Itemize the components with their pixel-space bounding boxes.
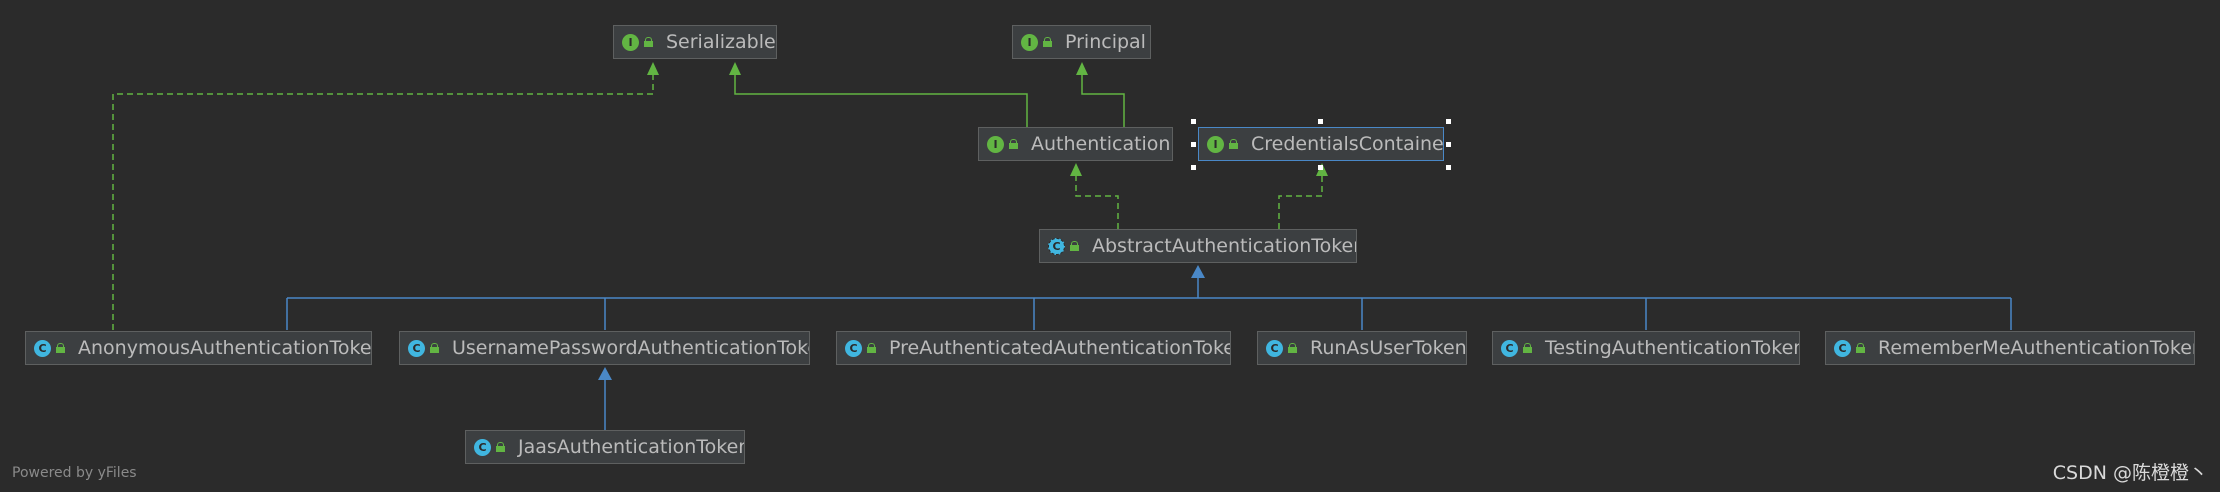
node-label: AnonymousAuthenticationToken [78, 337, 372, 359]
node-runas-user-token[interactable]: C RunAsUserToken [1257, 331, 1467, 365]
lock-icon [1523, 343, 1532, 353]
lock-icon [1288, 343, 1297, 353]
node-label: JaasAuthenticationToken [518, 436, 745, 458]
edge-authentication-principal [1081, 74, 1125, 133]
node-abstract-authentication-token[interactable]: C AbstractAuthenticationToken [1039, 229, 1357, 263]
arrowhead-username [598, 367, 612, 380]
lock-icon [430, 343, 439, 353]
selection-handle[interactable] [1191, 142, 1196, 147]
class-icon: C [1834, 339, 1851, 357]
interface-icon: I [1021, 33, 1038, 51]
edge-anonymous-serializable [112, 74, 654, 330]
selection-handle[interactable] [1446, 142, 1451, 147]
node-label: Principal [1065, 31, 1146, 53]
node-jaas-authentication-token[interactable]: C JaasAuthenticationToken [465, 430, 745, 464]
node-authentication[interactable]: I Authentication [978, 127, 1173, 161]
node-label: RunAsUserToken [1310, 337, 1467, 359]
arrowhead-principal [1076, 62, 1088, 75]
class-icon: C [1501, 339, 1518, 357]
class-icon: C [845, 339, 862, 357]
edge-authentication-serializable [734, 74, 1028, 133]
edge-abstract-credentials [1278, 175, 1323, 229]
edge-abstract-authentication [1075, 175, 1119, 229]
node-label: AbstractAuthenticationToken [1092, 235, 1357, 257]
interface-icon: I [622, 33, 639, 51]
node-serializable[interactable]: I Serializable [613, 25, 777, 59]
node-label: TestingAuthenticationToken [1545, 337, 1800, 359]
node-username-password-authentication-token[interactable]: C UsernamePasswordAuthenticationToken [399, 331, 810, 365]
lock-icon [1070, 241, 1079, 251]
node-label: PreAuthenticatedAuthenticationToken [889, 337, 1231, 359]
selection-handle[interactable] [1318, 119, 1323, 124]
node-label: UsernamePasswordAuthenticationToken [452, 337, 810, 359]
arrowhead-serializable-right [729, 62, 741, 75]
class-icon: C [408, 339, 425, 357]
class-icon: C [1266, 339, 1283, 357]
class-icon: C [474, 438, 491, 456]
selection-handle[interactable] [1318, 165, 1323, 170]
node-label: Serializable [666, 31, 776, 53]
lock-icon [644, 37, 653, 47]
lock-icon [496, 442, 505, 452]
node-anonymous-authentication-token[interactable]: C AnonymousAuthenticationToken [25, 331, 372, 365]
arrowhead-serializable-left [647, 62, 659, 75]
lock-icon [867, 343, 876, 353]
node-testing-authentication-token[interactable]: C TestingAuthenticationToken [1492, 331, 1800, 365]
watermark-text: CSDN @陈橙橙丶 [2052, 462, 2208, 484]
selection-handle[interactable] [1446, 165, 1451, 170]
powered-by-text: Powered by yFiles [12, 465, 137, 481]
lock-icon [1009, 139, 1018, 149]
selection-handle[interactable] [1191, 165, 1196, 170]
node-principal[interactable]: I Principal [1012, 25, 1151, 59]
arrowhead-abstract [1191, 265, 1205, 278]
abstract-class-icon: C [1048, 237, 1065, 255]
lock-icon [1229, 139, 1238, 149]
lock-icon [56, 343, 65, 353]
interface-icon: I [987, 135, 1004, 153]
node-label: RememberMeAuthenticationToken [1878, 337, 2195, 359]
interface-icon: I [1207, 135, 1224, 153]
class-icon: C [34, 339, 51, 357]
node-label: Authentication [1031, 133, 1171, 155]
node-preauthenticated-authentication-token[interactable]: C PreAuthenticatedAuthenticationToken [836, 331, 1231, 365]
selection-handle[interactable] [1191, 119, 1196, 124]
lock-icon [1043, 37, 1052, 47]
lock-icon [1856, 343, 1865, 353]
selection-handle[interactable] [1446, 119, 1451, 124]
node-credentials-container[interactable]: I CredentialsContainer [1198, 127, 1444, 161]
arrowhead-authentication [1070, 163, 1082, 176]
node-label: CredentialsContainer [1251, 133, 1444, 155]
node-rememberme-authentication-token[interactable]: C RememberMeAuthenticationToken [1825, 331, 2195, 365]
